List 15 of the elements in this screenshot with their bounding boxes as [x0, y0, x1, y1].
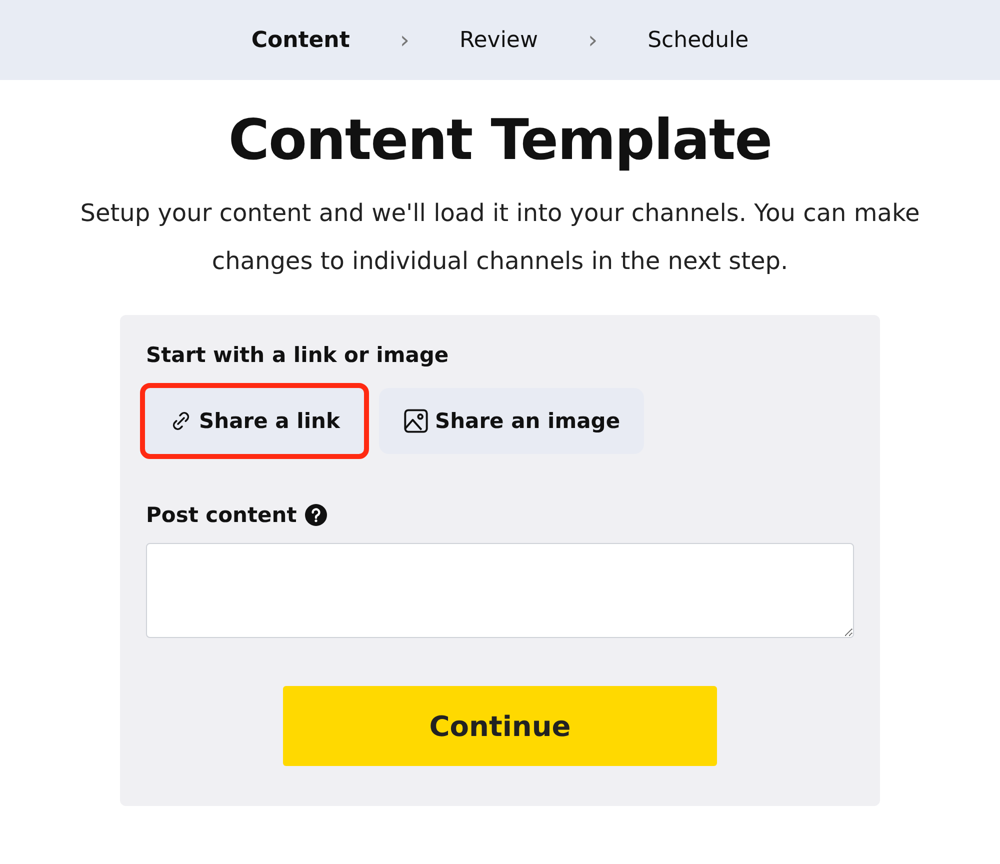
page-subtitle: Setup your content and we'll load it into your channels. You can make changes to individual channels in the next step. [79, 198, 921, 277]
help-icon[interactable] [304, 504, 327, 526]
image-icon [402, 408, 429, 434]
source-label: Start with a link or image [146, 343, 449, 367]
share-image-button[interactable]: Share an image [378, 388, 644, 454]
page-title: Content Template [227, 108, 773, 173]
step-tab[interactable]: Schedule [628, 28, 769, 52]
step-tab[interactable]: Review [439, 28, 558, 52]
share-link-button[interactable]: Share a link [140, 383, 369, 459]
step-tab[interactable]: Content [231, 28, 370, 52]
post-content-label: Post content [146, 503, 297, 527]
chevron-separator: › [398, 26, 410, 54]
continue-button[interactable]: Continue [283, 686, 717, 766]
post-content-field[interactable] [146, 543, 854, 638]
chevron-separator: › [586, 26, 599, 54]
